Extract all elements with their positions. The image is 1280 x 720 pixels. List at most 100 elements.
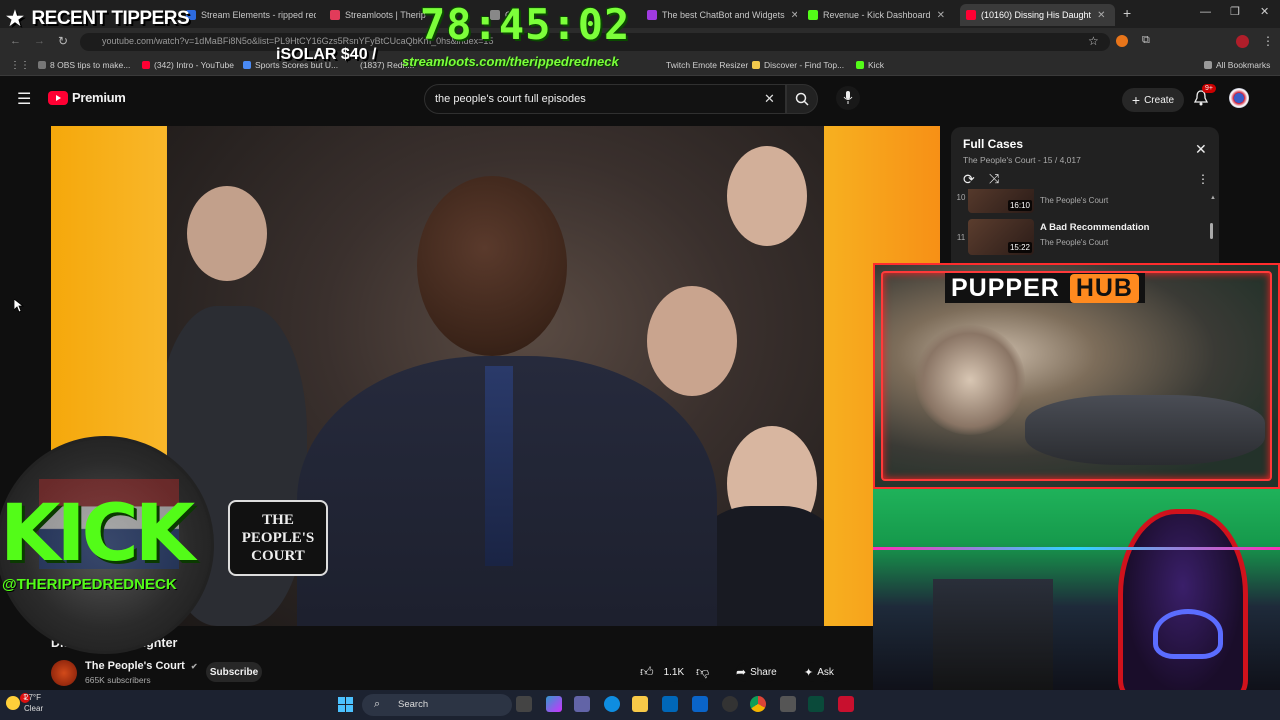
obs-icon[interactable]	[722, 696, 738, 712]
item-title: A Bad Recommendation	[1040, 222, 1150, 233]
bookmark-kick[interactable]: Kick	[856, 60, 884, 70]
tab-label: (10160) Dissing His Daught	[981, 10, 1092, 20]
channel-avatar[interactable]	[51, 660, 77, 686]
bookmark-label: Kick	[868, 60, 885, 70]
task-view-icon[interactable]	[516, 696, 532, 712]
reload-icon[interactable]: ↻	[58, 34, 68, 48]
tab-streamloots[interactable]: Streamloots | Theripp	[330, 4, 426, 26]
close-icon[interactable]: ✕	[1097, 10, 1105, 21]
weather-icon[interactable]	[6, 696, 20, 710]
scroll-up-icon[interactable]: ▲	[1210, 195, 1216, 201]
store-icon[interactable]	[662, 696, 678, 712]
notifications-button[interactable]: 9+	[1194, 84, 1216, 106]
gaming-chair	[1118, 509, 1248, 699]
weather-widget[interactable]: 27°F Clear	[24, 692, 43, 714]
tab-chatbot[interactable]: The best ChatBot and Widgets ✕	[647, 4, 797, 26]
close-icon[interactable]: ✕	[791, 10, 797, 21]
youtube-premium-logo[interactable]: Premium	[48, 90, 126, 105]
channel-name[interactable]: The People's Court ✔	[85, 660, 198, 672]
account-avatar[interactable]	[1229, 88, 1249, 108]
clear-search-icon[interactable]: ✕	[764, 91, 775, 107]
bookmark-all-bookmarks[interactable]: All Bookmarks	[1204, 60, 1270, 70]
search-icon	[795, 92, 809, 106]
address-bar-row: ← → ↻ youtube.com/watch?v=1dMaBFi8N5o&li…	[0, 28, 1280, 56]
profile-avatar[interactable]	[1236, 35, 1249, 48]
share-button[interactable]: ➦ Share	[736, 662, 777, 682]
speaker-head	[417, 176, 567, 356]
bookmark-label: Discover - Find Top...	[764, 60, 845, 70]
app-icon[interactable]	[838, 696, 854, 712]
ask-label: Ask	[817, 666, 834, 678]
playlist-scrollbar[interactable]: ▲	[1209, 195, 1216, 239]
star-icon: ★	[6, 8, 24, 30]
edge-icon[interactable]	[604, 696, 620, 712]
bookmark-twitch-emote-resizer[interactable]: Twitch Emote Resizer	[666, 60, 748, 70]
create-label: Create	[1144, 94, 1175, 106]
tab-youtube-active[interactable]: (10160) Dissing His Daught ✕	[960, 4, 1115, 26]
bookmark-label: 8 OBS tips to make...	[50, 60, 131, 70]
shuffle-icon[interactable]: ⤨	[989, 171, 999, 187]
bookmark-discover[interactable]: Discover - Find Top...	[752, 60, 844, 70]
item-number: 10	[956, 193, 966, 202]
tab-kick-dashboard[interactable]: Revenue - Kick Dashboard ✕	[808, 4, 953, 26]
new-tab-button[interactable]: +	[1123, 5, 1131, 21]
taskbar-search[interactable]: ⌕ Search	[362, 694, 512, 716]
minimize-button[interactable]: —	[1200, 6, 1211, 18]
duration-badge: 15:22	[1007, 242, 1032, 253]
loop-icon[interactable]: ⟳	[963, 171, 975, 188]
pupper-hub-camera: PUPPER HUB	[873, 263, 1280, 489]
close-icon[interactable]: ✕	[937, 10, 945, 21]
copilot-icon[interactable]	[546, 696, 562, 712]
scrollbar-thumb[interactable]	[1210, 223, 1213, 239]
search-icon: ⌕	[374, 698, 381, 710]
chrome-icon[interactable]	[750, 696, 766, 712]
microphone-icon	[843, 91, 853, 104]
bookmark-label: (342) Intro - YouTube	[154, 60, 235, 70]
hamburger-menu-icon[interactable]: ☰	[17, 89, 31, 109]
close-window-button[interactable]: ✕	[1260, 5, 1269, 18]
close-icon[interactable]: ✕	[1195, 141, 1207, 158]
streamloots-url: streamloots.com/therippedredneck	[402, 54, 619, 69]
star-icon[interactable]: ☆	[1088, 34, 1099, 48]
create-button[interactable]: + Create	[1122, 88, 1184, 112]
thumbs-up-icon: 👍︎	[640, 664, 654, 679]
video-thumbnail: 15:22	[968, 219, 1034, 255]
playlist-item[interactable]: 11 15:22 A Bad Recommendation The People…	[951, 219, 1219, 257]
maximize-button[interactable]: ❐	[1230, 5, 1240, 18]
puzzle-icon[interactable]: ⧉	[1142, 34, 1150, 47]
windows-start-icon[interactable]	[338, 697, 353, 712]
duration-badge: 16:10	[1007, 200, 1032, 211]
voice-search-button[interactable]	[836, 86, 860, 110]
browser-tab-bar: Stream Elements - ripped redne ✕ Streaml…	[0, 0, 1280, 28]
terminal-icon[interactable]	[808, 696, 824, 712]
dislike-button[interactable]: 👎︎	[696, 662, 710, 682]
extension-icon[interactable]	[1116, 35, 1128, 47]
apps-grid-icon[interactable]: ⋮⋮	[10, 60, 30, 71]
kebab-menu-icon[interactable]: ⋮	[1197, 172, 1209, 186]
file-explorer-icon[interactable]	[632, 696, 648, 712]
forward-icon[interactable]: →	[34, 35, 45, 47]
tipper-entry: iSOLAR $40 /	[276, 46, 377, 63]
app-icon[interactable]	[780, 696, 796, 712]
search-input[interactable]: the people's court full episodes	[424, 84, 786, 114]
tab-label: Streamloots | Theripp	[345, 10, 426, 20]
playlist-title[interactable]: Full Cases	[963, 137, 1023, 151]
like-button[interactable]: 👍︎ 1.1K	[640, 662, 685, 682]
back-icon[interactable]: ←	[10, 35, 21, 47]
bookmark-intro-youtube[interactable]: (342) Intro - YouTube	[142, 60, 234, 70]
search-button[interactable]	[786, 84, 818, 114]
tab-stream-elements[interactable]: Stream Elements - ripped redne ✕	[186, 4, 316, 26]
ask-button[interactable]: ✦ Ask	[804, 662, 834, 682]
teams-icon[interactable]	[574, 696, 590, 712]
dog-bed	[1025, 395, 1265, 465]
subscribe-button[interactable]: Subscribe	[206, 662, 262, 682]
logo-line: THE	[262, 512, 294, 528]
youtube-icon	[966, 10, 976, 20]
outlook-icon[interactable]	[692, 696, 708, 712]
bookmark-label: All Bookmarks	[1216, 60, 1271, 70]
playlist-item[interactable]: 10 16:10 The People's Court	[951, 189, 1219, 213]
led-strip	[873, 547, 1280, 550]
bookmark-obs-tips[interactable]: 8 OBS tips to make...	[38, 60, 130, 70]
playlist-subtitle[interactable]: The People's Court - 15 / 4,017	[963, 155, 1081, 165]
kebab-menu-icon[interactable]: ⋮	[1262, 34, 1274, 48]
